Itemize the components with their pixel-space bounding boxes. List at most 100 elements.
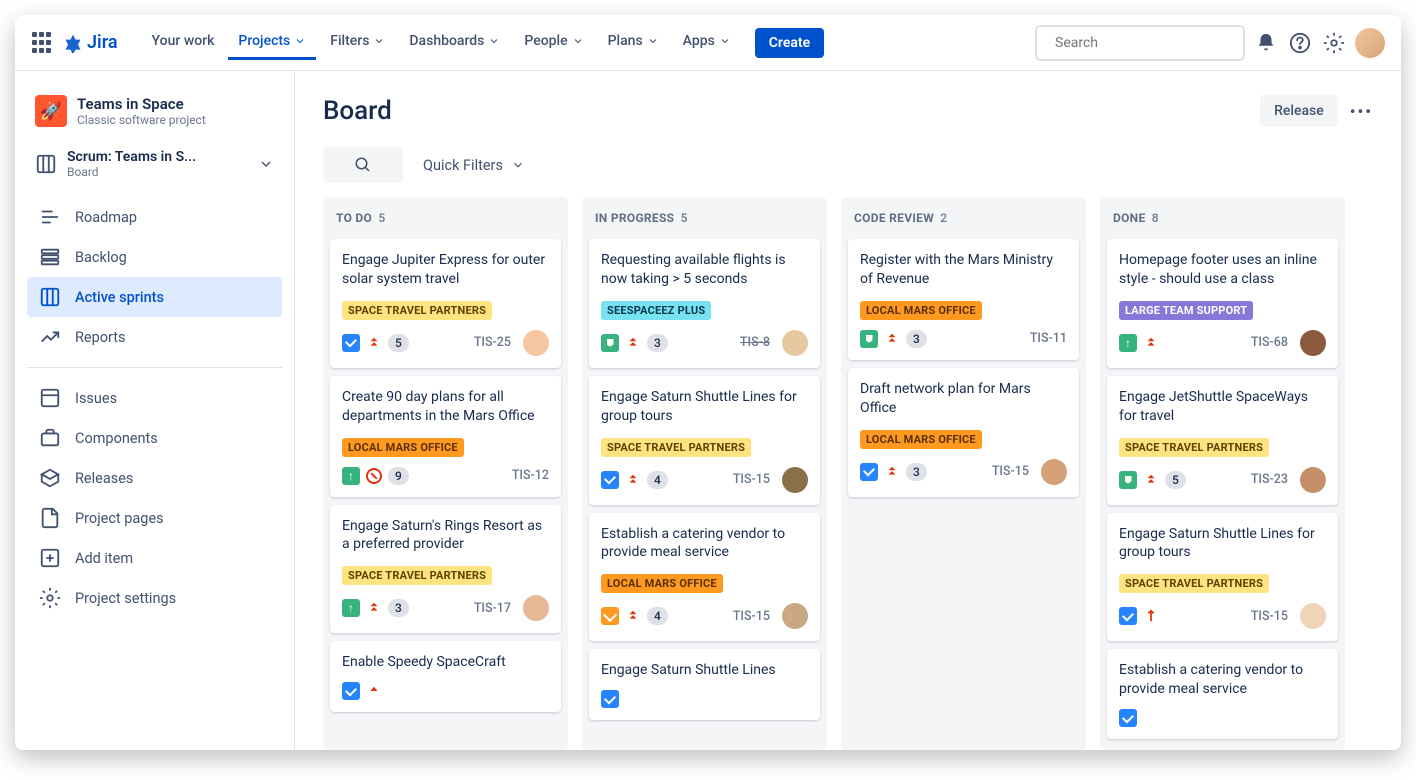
story-points-badge: 4 — [647, 607, 668, 625]
chevron-down-icon — [258, 156, 274, 172]
app-switcher-icon[interactable] — [31, 31, 55, 55]
sidebar-item-reports[interactable]: Reports — [27, 317, 282, 357]
issue-type-improvement-icon — [342, 467, 360, 485]
sidebar-item-project-pages[interactable]: Project pages — [27, 498, 282, 538]
quick-filters-dropdown[interactable]: Quick Filters — [423, 157, 525, 174]
reports-icon — [39, 326, 61, 348]
issue-type-story-icon — [601, 334, 619, 352]
issue-card[interactable]: Requesting available flights is now taki… — [589, 239, 820, 368]
search-box[interactable] — [1035, 25, 1245, 61]
sidebar-item-project-settings[interactable]: Project settings — [27, 578, 282, 618]
issue-card[interactable]: Engage JetShuttle SpaceWays for travelSP… — [1107, 376, 1338, 505]
assignee-avatar[interactable] — [1041, 459, 1067, 485]
issue-card[interactable]: Create 90 day plans for all departments … — [330, 376, 561, 497]
sidebar-item-backlog[interactable]: Backlog — [27, 237, 282, 277]
card-title: Engage Saturn Shuttle Lines for group to… — [601, 388, 808, 426]
assignee-avatar[interactable] — [1300, 603, 1326, 629]
nav-item-your-work[interactable]: Your work — [142, 25, 225, 60]
epic-badge: LOCAL MARS OFFICE — [860, 430, 982, 449]
issue-card[interactable]: Establish a catering vendor to provide m… — [589, 513, 820, 642]
assignee-avatar[interactable] — [523, 595, 549, 621]
issue-type-task-icon — [601, 471, 619, 489]
product-name: Jira — [87, 32, 118, 53]
project-header[interactable]: 🚀 Teams in Space Classic software projec… — [27, 91, 282, 131]
story-points-badge: 3 — [647, 334, 668, 352]
nav-item-people[interactable]: People — [514, 25, 593, 60]
epic-badge: LOCAL MARS OFFICE — [601, 574, 723, 593]
notifications-icon[interactable] — [1253, 30, 1279, 56]
story-points-badge: 3 — [906, 330, 927, 348]
release-button[interactable]: Release — [1260, 95, 1338, 127]
project-settings-icon — [39, 587, 61, 609]
priority-highest-icon — [884, 331, 900, 347]
sidebar-item-releases[interactable]: Releases — [27, 458, 282, 498]
chevron-down-icon — [373, 35, 385, 47]
assignee-avatar[interactable] — [782, 603, 808, 629]
epic-badge: SEESPACEEZ PLUS — [601, 301, 711, 320]
active-sprints-icon — [39, 286, 61, 308]
board-icon — [35, 153, 57, 175]
chevron-down-icon — [719, 35, 731, 47]
add-item-icon — [39, 547, 61, 569]
create-button[interactable]: Create — [755, 28, 824, 58]
nav-item-projects[interactable]: Projects — [228, 25, 316, 60]
nav-item-filters[interactable]: Filters — [320, 25, 395, 60]
issue-card[interactable]: Enable Speedy SpaceCraft — [330, 641, 561, 712]
board-selector-title: Scrum: Teams in S... — [67, 149, 196, 165]
assignee-avatar[interactable] — [782, 467, 808, 493]
issue-type-improvement-icon — [342, 599, 360, 617]
epic-badge: SPACE TRAVEL PARTNERS — [342, 301, 492, 320]
assignee-avatar[interactable] — [523, 330, 549, 356]
issue-key: TIS-23 — [1251, 472, 1288, 487]
issue-card[interactable]: Register with the Mars Ministry of Reven… — [848, 239, 1079, 360]
card-title: Create 90 day plans for all departments … — [342, 388, 549, 426]
issue-card[interactable]: Engage Saturn Shuttle Lines for group to… — [589, 376, 820, 505]
sidebar-item-label: Project settings — [75, 590, 176, 607]
sidebar-item-issues[interactable]: Issues — [27, 378, 282, 418]
issue-card[interactable]: Engage Jupiter Express for outer solar s… — [330, 239, 561, 368]
sidebar-item-components[interactable]: Components — [27, 418, 282, 458]
assignee-avatar[interactable] — [782, 330, 808, 356]
sidebar-item-label: Add item — [75, 550, 133, 567]
priority-blocker-icon — [366, 468, 382, 484]
issue-card[interactable]: Establish a catering vendor to provide m… — [1107, 649, 1338, 739]
column-header: CODE REVIEW 2 — [848, 207, 1079, 231]
assignee-avatar[interactable] — [1300, 330, 1326, 356]
sidebar-item-roadmap[interactable]: Roadmap — [27, 197, 282, 237]
nav-item-apps[interactable]: Apps — [673, 25, 741, 60]
search-input[interactable] — [1055, 35, 1233, 51]
profile-avatar[interactable] — [1355, 28, 1385, 58]
more-menu-icon[interactable]: ••• — [1350, 102, 1373, 121]
issue-card[interactable]: Engage Saturn Shuttle Lines for group to… — [1107, 513, 1338, 642]
nav-item-dashboards[interactable]: Dashboards — [399, 25, 510, 60]
epic-badge: LOCAL MARS OFFICE — [342, 438, 464, 457]
board-search-button[interactable] — [323, 147, 403, 183]
issue-type-improvement-icon — [1119, 334, 1137, 352]
nav-item-plans[interactable]: Plans — [598, 25, 669, 60]
settings-icon[interactable] — [1321, 30, 1347, 56]
help-icon[interactable] — [1287, 30, 1313, 56]
priority-highest-icon — [1143, 472, 1159, 488]
issue-card[interactable]: Homepage footer uses an inline style - s… — [1107, 239, 1338, 368]
card-title: Establish a catering vendor to provide m… — [601, 525, 808, 563]
issue-card[interactable]: Draft network plan for Mars OfficeLOCAL … — [848, 368, 1079, 497]
chevron-down-icon — [572, 35, 584, 47]
assignee-avatar[interactable] — [1300, 467, 1326, 493]
sidebar-item-add-item[interactable]: Add item — [27, 538, 282, 578]
epic-badge: SPACE TRAVEL PARTNERS — [1119, 574, 1269, 593]
priority-highest-icon — [625, 608, 641, 624]
jira-logo[interactable]: Jira — [63, 32, 118, 53]
column-count: 5 — [378, 211, 385, 225]
issue-type-task-icon — [342, 682, 360, 700]
story-points-badge: 4 — [647, 471, 668, 489]
card-title: Engage Saturn's Rings Resort as a prefer… — [342, 517, 549, 555]
issue-card[interactable]: Engage Saturn's Rings Resort as a prefer… — [330, 505, 561, 634]
issue-type-story-icon — [860, 330, 878, 348]
chevron-down-icon — [647, 35, 659, 47]
story-points-badge: 3 — [906, 463, 927, 481]
priority-high-icon — [366, 683, 382, 699]
issue-card[interactable]: Engage Saturn Shuttle Lines — [589, 649, 820, 720]
board-selector[interactable]: Scrum: Teams in S... Board — [27, 141, 282, 187]
sidebar-item-active-sprints[interactable]: Active sprints — [27, 277, 282, 317]
card-title: Homepage footer uses an inline style - s… — [1119, 251, 1326, 289]
